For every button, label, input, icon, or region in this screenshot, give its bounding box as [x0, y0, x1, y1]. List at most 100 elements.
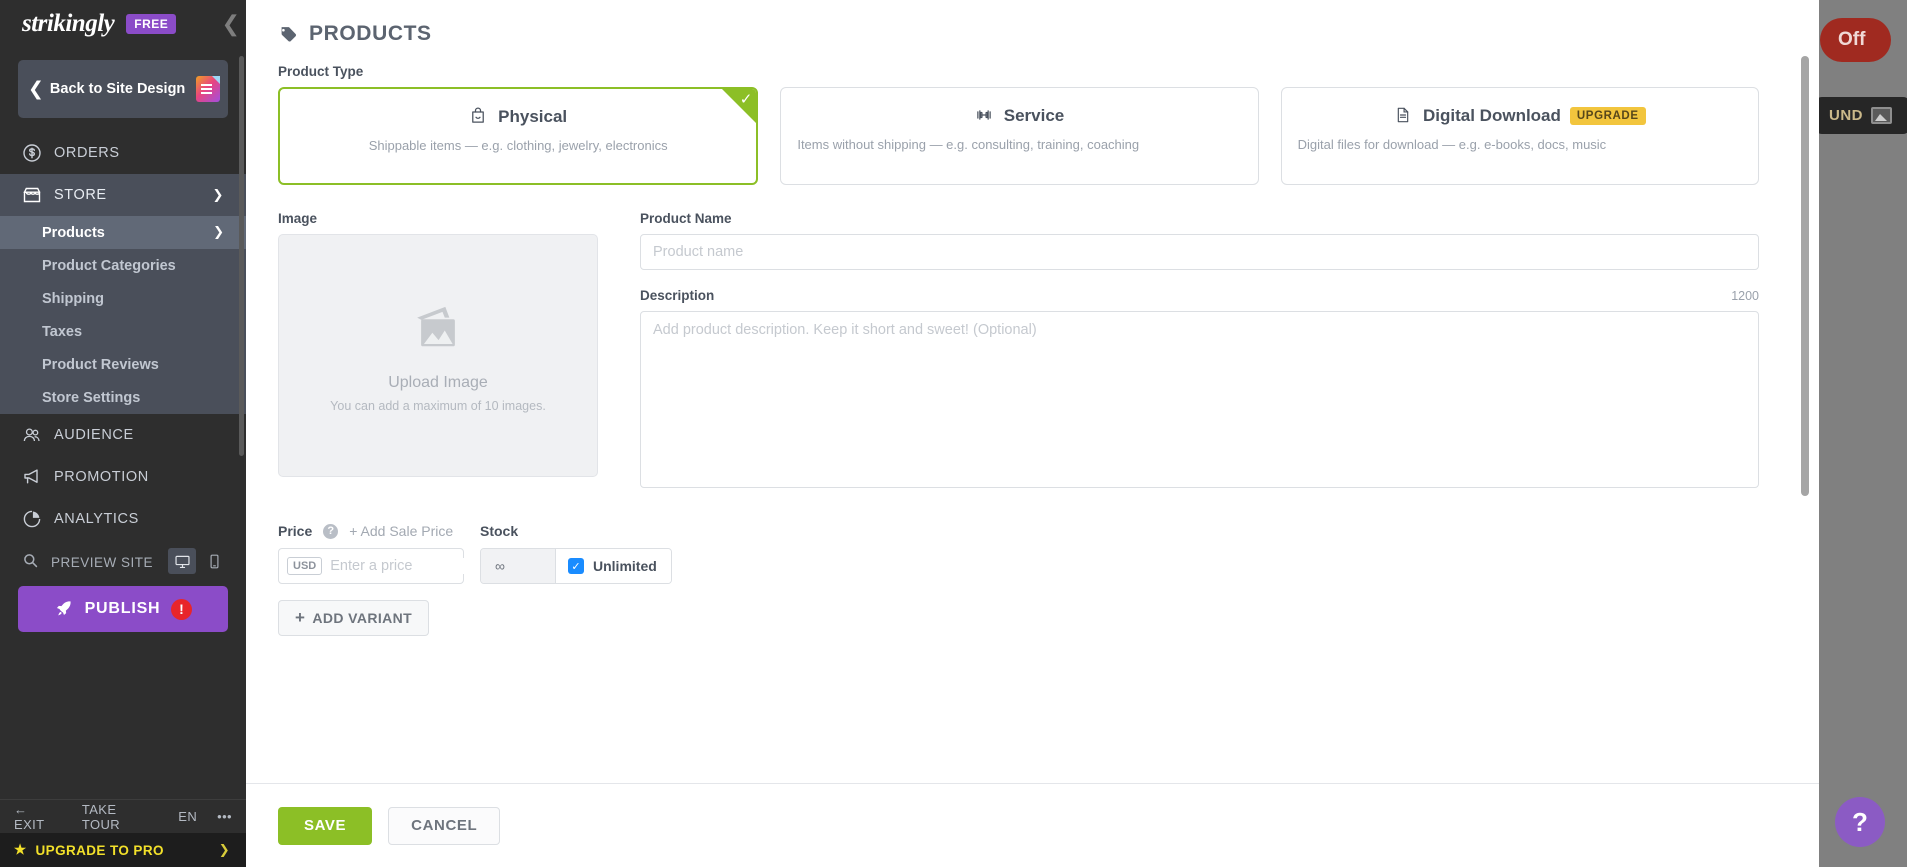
preview-site-label: PREVIEW SITE: [51, 554, 154, 570]
language-selector[interactable]: EN: [178, 809, 197, 824]
take-tour-button[interactable]: TAKE TOUR: [82, 802, 158, 832]
sidebar-item-orders-label: ORDERS: [54, 145, 120, 161]
pie-chart-icon: [22, 509, 42, 529]
product-type-service-title: Service: [797, 106, 1241, 126]
sidebar-item-products[interactable]: Products ❯: [0, 216, 246, 249]
publish-button-label: PUBLISH: [84, 600, 161, 617]
price-header: Price ? + Add Sale Price: [278, 523, 464, 539]
sidebar-item-shipping[interactable]: Shipping: [0, 282, 246, 315]
stock-control: ∞ ✓ Unlimited: [480, 548, 672, 584]
sidebar-item-product-categories[interactable]: Product Categories: [0, 249, 246, 282]
add-sale-price-link[interactable]: + Add Sale Price: [349, 523, 453, 539]
upgrade-to-pro-bar[interactable]: ★ UPGRADE TO PRO ❯: [0, 833, 246, 867]
megaphone-icon: [22, 467, 42, 487]
sidebar-item-analytics-label: ANALYTICS: [54, 511, 139, 527]
description-textarea[interactable]: [640, 311, 1759, 488]
product-type-options: Physical Shippable items — e.g. clothing…: [278, 87, 1759, 185]
sidebar-item-store[interactable]: STORE ❯: [0, 174, 246, 216]
description-char-limit: 1200: [1731, 289, 1759, 303]
product-editor-panel: PRODUCTS Product Type Physical Shippable…: [246, 0, 1819, 867]
sidebar-item-product-categories-label: Product Categories: [42, 257, 176, 274]
page-title: PRODUCTS: [278, 22, 1759, 46]
back-to-site-design-label: Back to Site Design: [49, 80, 186, 97]
background-image-button[interactable]: UND: [1815, 97, 1907, 134]
shopping-bag-icon: [469, 107, 489, 127]
dumbbell-icon: [975, 106, 995, 126]
publish-alert-badge: !: [171, 598, 193, 620]
editor-footer: SAVE CANCEL: [246, 783, 1819, 867]
search-icon: [22, 552, 42, 572]
product-type-service[interactable]: Service Items without shipping — e.g. co…: [780, 87, 1259, 185]
desktop-preview-icon[interactable]: [168, 548, 196, 574]
store-icon: [22, 185, 42, 205]
preview-site-row[interactable]: PREVIEW SITE: [0, 540, 246, 580]
upgrade-badge: UPGRADE: [1569, 107, 1646, 125]
sidebar-item-promotion-label: PROMOTION: [54, 469, 149, 485]
price-help-icon[interactable]: ?: [323, 523, 339, 539]
product-name-input[interactable]: [640, 234, 1759, 270]
sidebar-item-orders[interactable]: ORDERS: [0, 132, 246, 174]
more-options-button[interactable]: •••: [217, 809, 232, 824]
check-icon: ✓: [739, 90, 753, 108]
chevron-down-icon: ❯: [212, 187, 224, 203]
add-variant-label: ADD VARIANT: [312, 610, 413, 626]
unlimited-checkbox[interactable]: ✓: [568, 558, 584, 574]
star-icon: ★: [14, 842, 27, 857]
sidebar-scrollbar[interactable]: [239, 56, 244, 456]
sidebar-item-product-reviews-label: Product Reviews: [42, 356, 159, 373]
upload-image-hint: You can add a maximum of 10 images.: [330, 398, 546, 413]
sidebar: strikingly FREE ❮ ❮ Back to Site Design …: [0, 0, 246, 867]
collapse-sidebar-icon[interactable]: ❮: [222, 12, 240, 37]
exit-label: EXIT: [14, 816, 45, 832]
upload-image-dropzone[interactable]: Upload Image You can add a maximum of 10…: [278, 234, 598, 477]
product-type-physical-title: Physical: [296, 107, 740, 127]
plus-icon: +: [295, 608, 306, 627]
cancel-button[interactable]: CANCEL: [388, 806, 501, 845]
sidebar-item-promotion[interactable]: PROMOTION: [0, 456, 246, 498]
sidebar-item-taxes[interactable]: Taxes: [0, 315, 246, 348]
unlimited-label: Unlimited: [593, 558, 657, 574]
background-off-toggle[interactable]: Off: [1820, 18, 1892, 62]
mobile-preview-icon[interactable]: [200, 548, 228, 574]
stock-quantity-display: ∞: [481, 549, 556, 583]
exit-button[interactable]: ← EXIT: [14, 802, 62, 832]
sidebar-item-audience-label: AUDIENCE: [54, 427, 134, 443]
product-type-physical[interactable]: Physical Shippable items — e.g. clothing…: [278, 87, 759, 185]
price-input-wrapper: USD: [278, 548, 518, 584]
add-variant-button[interactable]: + ADD VARIANT: [278, 600, 430, 636]
sidebar-item-store-settings[interactable]: Store Settings: [0, 381, 246, 414]
product-details-column: Product Name Description 1200: [640, 211, 1759, 493]
product-type-digital-description: Digital files for download — e.g. e-book…: [1297, 137, 1607, 152]
picture-icon: [1871, 107, 1892, 124]
panel-scrollbar[interactable]: [1801, 56, 1809, 496]
price-group: Price ? + Add Sale Price USD: [278, 523, 518, 584]
sidebar-item-analytics[interactable]: ANALYTICS: [0, 498, 246, 540]
upload-image-title: Upload Image: [388, 373, 488, 391]
sidebar-item-audience[interactable]: AUDIENCE: [0, 414, 246, 456]
save-button[interactable]: SAVE: [278, 806, 373, 845]
product-type-digital-download[interactable]: Digital Download UPGRADE Digital files f…: [1280, 87, 1759, 185]
sidebar-item-store-label: STORE: [54, 187, 107, 203]
product-type-service-description: Items without shipping — e.g. consulting…: [797, 137, 1140, 152]
sidebar-item-product-reviews[interactable]: Product Reviews: [0, 348, 246, 381]
help-button[interactable]: ?: [1835, 797, 1885, 847]
upgrade-to-pro-label: UPGRADE TO PRO: [35, 842, 164, 858]
sidebar-nav: ORDERS STORE ❯ Products ❯ Product Catego…: [0, 132, 246, 799]
publish-button[interactable]: PUBLISH !: [18, 586, 228, 632]
page-title-text: PRODUCTS: [309, 22, 432, 45]
price-label: Price: [278, 523, 313, 539]
stock-header: Stock: [480, 523, 672, 539]
people-icon: [22, 425, 42, 445]
product-name-label: Product Name: [640, 211, 732, 226]
sidebar-item-store-settings-label: Store Settings: [42, 389, 141, 406]
sidebar-footer: ← EXIT TAKE TOUR EN •••: [0, 799, 246, 833]
site-design-icon: [196, 76, 220, 102]
product-type-digital-title: Digital Download UPGRADE: [1298, 106, 1742, 126]
unlimited-stock-toggle[interactable]: ✓ Unlimited: [556, 549, 671, 583]
sidebar-item-taxes-label: Taxes: [42, 323, 83, 340]
store-submenu: Products ❯ Product Categories Shipping T…: [0, 216, 246, 414]
stock-label: Stock: [480, 523, 519, 539]
back-to-site-design-button[interactable]: ❮ Back to Site Design: [18, 60, 228, 118]
price-stock-row: Price ? + Add Sale Price USD Stock ∞: [278, 523, 1759, 584]
chevron-right-icon: ❯: [218, 842, 230, 858]
